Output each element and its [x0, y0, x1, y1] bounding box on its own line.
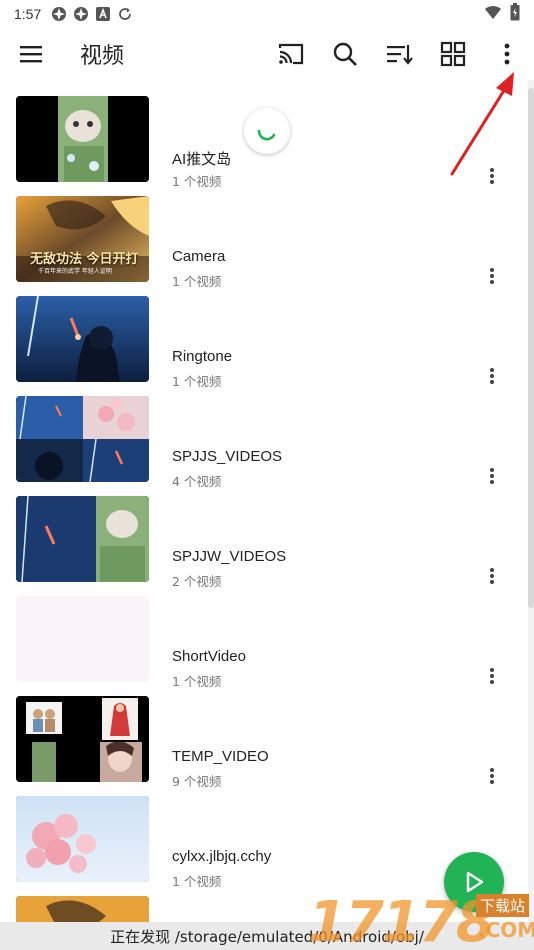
- more-vert-icon[interactable]: [480, 28, 534, 80]
- sort-icon[interactable]: [372, 28, 426, 80]
- play-icon: [466, 871, 484, 893]
- folder-name: SPJJW_VIDEOS: [172, 548, 287, 565]
- folder-thumbnail: [16, 496, 149, 582]
- cast-icon[interactable]: [264, 28, 318, 80]
- app-notification-icon: [51, 6, 67, 22]
- folder-name: Ringtone: [172, 348, 233, 365]
- folder-item[interactable]: Ringtone 1 个视频: [0, 280, 534, 389]
- app-toolbar: 视频: [0, 28, 534, 80]
- search-icon[interactable]: [318, 28, 372, 80]
- folder-name: TEMP_VIDEO: [172, 748, 269, 765]
- thumbnail-banner-text: 无敌功法 今日开打: [30, 252, 139, 267]
- status-bar: 1:57: [0, 0, 534, 28]
- status-notification-icons: [51, 6, 133, 22]
- folder-name: ShortVideo: [172, 648, 246, 665]
- page-title: 视频: [80, 44, 125, 69]
- folder-item[interactable]: SPJJS_VIDEOS 4 个视频: [0, 380, 534, 489]
- scrollbar-thumb[interactable]: [528, 88, 534, 608]
- loading-spinner-icon: [244, 108, 290, 154]
- refresh-icon: [117, 6, 133, 22]
- thumbnail-sub-text: 千百年来的武学 年轻人证明: [38, 268, 112, 275]
- folder-item[interactable]: ShortVideo 1 个视频: [0, 580, 534, 689]
- folder-thumbnail: [16, 796, 149, 882]
- scan-status-bar: 正在发现 /storage/emulated/0/Android/obj/: [0, 922, 534, 950]
- folder-thumbnail: [16, 296, 149, 382]
- folder-thumbnail: [16, 896, 149, 922]
- menu-icon[interactable]: [0, 28, 62, 80]
- battery-icon: [510, 2, 520, 26]
- folder-thumbnail: [16, 596, 149, 682]
- status-time: 1:57: [14, 6, 42, 22]
- folder-name: AI推文岛: [172, 151, 232, 168]
- wifi-icon: [484, 4, 502, 25]
- folder-item[interactable]: SPJJW_VIDEOS 2 个视频: [0, 480, 534, 589]
- grid-view-icon[interactable]: [426, 28, 480, 80]
- folder-thumbnail: 无敌功法 今日开打 千百年来的武学 年轻人证明: [16, 196, 149, 282]
- folder-list: AI推文岛 1 个视频 无敌功法 今日开打 千百年来的武学 年轻人证明 Came…: [0, 80, 534, 922]
- folder-name: SPJJS_VIDEOS: [172, 448, 283, 465]
- folder-thumbnail: [16, 96, 149, 182]
- folder-name: cylxx.jlbjq.cchy: [172, 848, 272, 865]
- play-all-button[interactable]: [444, 852, 504, 912]
- folder-name: Camera: [172, 248, 226, 265]
- scrollbar[interactable]: [528, 80, 534, 922]
- scan-status-text: 正在发现 /storage/emulated/0/Android/obj/: [110, 927, 424, 946]
- a-icon: [95, 6, 111, 22]
- folder-item[interactable]: TEMP_VIDEO 9 个视频: [0, 680, 534, 789]
- folder-thumbnail: [16, 396, 149, 482]
- app-notification-icon: [73, 6, 89, 22]
- folder-item[interactable]: 无敌功法 今日开打 千百年来的武学 年轻人证明 Camera 1 个视频: [0, 180, 534, 289]
- folder-thumbnail: [16, 696, 149, 782]
